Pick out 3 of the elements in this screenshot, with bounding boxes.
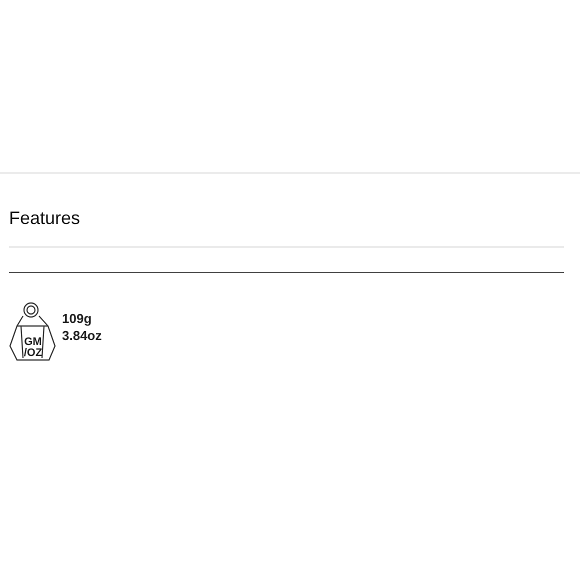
weight-ounces: 3.84oz: [62, 327, 102, 344]
weight-grams: 109g: [62, 310, 93, 327]
section-title: Features: [9, 207, 82, 229]
